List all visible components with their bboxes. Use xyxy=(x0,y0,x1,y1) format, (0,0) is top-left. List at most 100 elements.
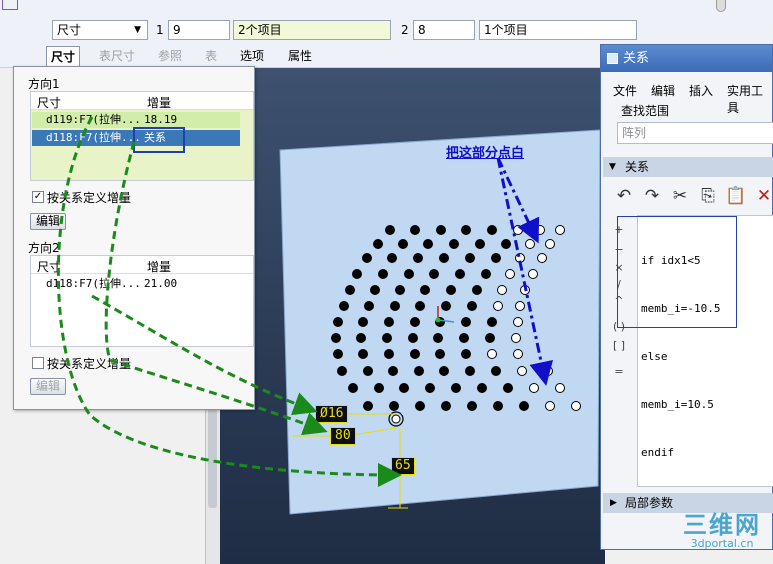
menu-edit[interactable]: 编辑 xyxy=(651,82,675,99)
relations-title-bar[interactable]: 关系 xyxy=(601,45,772,72)
hole-black xyxy=(395,285,405,295)
hole-white xyxy=(520,285,530,295)
multiply-button[interactable]: × xyxy=(609,261,629,274)
dimension-panel: 方向1 尺寸 增量 d119:F7(拉伸... 18.19 d118:F7(拉伸… xyxy=(13,66,255,410)
field1-index: 1 xyxy=(156,23,164,37)
dir1-relation-checkbox[interactable]: ✓ xyxy=(32,191,44,203)
hole-black xyxy=(441,301,451,311)
hole-black xyxy=(389,401,399,411)
tab-options[interactable]: 选项 xyxy=(236,46,268,66)
model-viewport[interactable]: Ø16 80 65 把这部分点白 xyxy=(220,68,605,564)
power-button[interactable]: ^ xyxy=(609,294,629,307)
col-increment: 增量 xyxy=(147,260,172,274)
field2-items-collector[interactable]: 1个项目 xyxy=(479,20,637,40)
direction1-title: 方向1 xyxy=(28,77,60,91)
field2-count-input[interactable]: 8 xyxy=(413,20,475,40)
hole-black xyxy=(491,366,501,376)
local-params-label: 局部参数 xyxy=(625,496,674,510)
hole-black xyxy=(467,301,477,311)
tab-references[interactable]: 参照 xyxy=(154,46,186,66)
table-row[interactable]: d118:F7(拉伸... 21.00 xyxy=(32,276,240,292)
hole-black xyxy=(337,366,347,376)
menu-utilities[interactable]: 实用工具 xyxy=(727,82,772,116)
hole-black xyxy=(493,401,503,411)
copy-icon[interactable]: ⎘ xyxy=(697,186,719,206)
dimension-type-select[interactable]: 尺寸 ▼ xyxy=(52,20,148,40)
pin-icon[interactable] xyxy=(716,0,726,12)
hole-black xyxy=(423,239,433,249)
hole-black xyxy=(461,225,471,235)
hole-black xyxy=(481,269,491,279)
relations-title: 关系 xyxy=(623,51,650,66)
watermark-url: 3dportal.cn xyxy=(690,537,754,550)
tab-table-dimensions[interactable]: 表尺寸 xyxy=(95,46,139,66)
dimension-tag-80[interactable]: 80 xyxy=(330,427,356,445)
hole-black xyxy=(387,253,397,263)
hole-black xyxy=(378,269,388,279)
code-line: endif xyxy=(641,446,675,459)
annotation-text: 把这部分点白 xyxy=(446,146,525,161)
plus-button[interactable]: + xyxy=(609,223,629,236)
hole-black xyxy=(429,269,439,279)
tab-table[interactable]: 表 xyxy=(201,46,221,66)
dir2-edit-button[interactable]: 编辑 xyxy=(30,378,66,395)
hole-white xyxy=(535,225,545,235)
relations-section-label: 关系 xyxy=(625,160,650,174)
app-corner-icon xyxy=(2,0,18,10)
window-icon xyxy=(607,53,618,64)
hole-white xyxy=(511,333,521,343)
hole-white xyxy=(515,253,525,263)
relations-section-header[interactable]: ▼ 关系 xyxy=(603,157,773,177)
relation-code[interactable]: if idx1<5 memb_i=-10.5 else memb_i=10.5 … xyxy=(641,221,773,493)
relations-window: 关系 文件 编辑 插入 实用工具 查找范围 阵列 ▼ 关系 ↶ ↷ ✂ ⎘ 📋 … xyxy=(600,44,773,550)
field1-count-input[interactable]: 9 xyxy=(168,20,230,40)
hole-black xyxy=(384,317,394,327)
hole-black xyxy=(465,253,475,263)
collapse-triangle-icon: ▼ xyxy=(609,162,616,172)
hole-black xyxy=(472,285,482,295)
redo-icon[interactable]: ↷ xyxy=(641,186,663,206)
hole-black xyxy=(441,401,451,411)
undo-icon[interactable]: ↶ xyxy=(613,186,635,206)
hole-black xyxy=(433,333,443,343)
tab-dimensions[interactable]: 尺寸 xyxy=(46,46,81,66)
chevron-down-icon: ▼ xyxy=(134,25,141,35)
table-row[interactable]: d119:F7(拉伸... 18.19 xyxy=(32,112,240,128)
menu-file[interactable]: 文件 xyxy=(613,82,637,99)
dir1-edit-button[interactable]: 编辑 xyxy=(30,213,66,230)
dimension-tag-diameter[interactable]: Ø16 xyxy=(315,405,349,423)
hole-black xyxy=(415,301,425,311)
hole-black xyxy=(420,285,430,295)
field1-items-collector[interactable]: 2个项目 xyxy=(233,20,391,40)
parentheses-button[interactable]: ( ) xyxy=(609,320,629,333)
search-scope-field[interactable]: 阵列 xyxy=(617,122,773,144)
menu-insert[interactable]: 插入 xyxy=(689,82,713,99)
brackets-button[interactable]: [ ] xyxy=(609,339,629,352)
divide-button[interactable]: / xyxy=(609,278,629,291)
hole-black xyxy=(408,333,418,343)
table-row-selected[interactable]: d118:F7(拉伸... 关系 xyxy=(32,130,240,146)
hole-black xyxy=(465,366,475,376)
local-params-header[interactable]: ▶ 局部参数 xyxy=(603,493,773,513)
direction2-table: 尺寸 增量 d118:F7(拉伸... 21.00 xyxy=(30,255,254,347)
delete-icon[interactable]: ✕ xyxy=(753,186,773,206)
dir2-relation-checkbox[interactable] xyxy=(32,357,44,369)
paste-icon[interactable]: 📋 xyxy=(725,186,747,206)
tab-properties[interactable]: 属性 xyxy=(284,46,316,66)
hole-white xyxy=(528,269,538,279)
minus-button[interactable]: − xyxy=(609,243,629,256)
dimension-tag-65[interactable]: 65 xyxy=(391,457,415,475)
expand-triangle-icon: ▶ xyxy=(610,498,617,508)
hole-white xyxy=(543,366,553,376)
direction1-table: 尺寸 增量 d119:F7(拉伸... 18.19 d118:F7(拉伸... … xyxy=(30,91,254,181)
hole-black xyxy=(461,349,471,359)
dir1-relation-checkbox-label: 按关系定义增量 xyxy=(47,191,132,205)
cut-icon[interactable]: ✂ xyxy=(669,186,691,206)
hole-black xyxy=(485,333,495,343)
hole-black xyxy=(451,383,461,393)
hole-black xyxy=(363,366,373,376)
equals-button[interactable]: = xyxy=(609,365,629,378)
hole-white xyxy=(555,225,565,235)
col-dimension: 尺寸 xyxy=(37,260,62,274)
direction2-title: 方向2 xyxy=(28,241,60,255)
